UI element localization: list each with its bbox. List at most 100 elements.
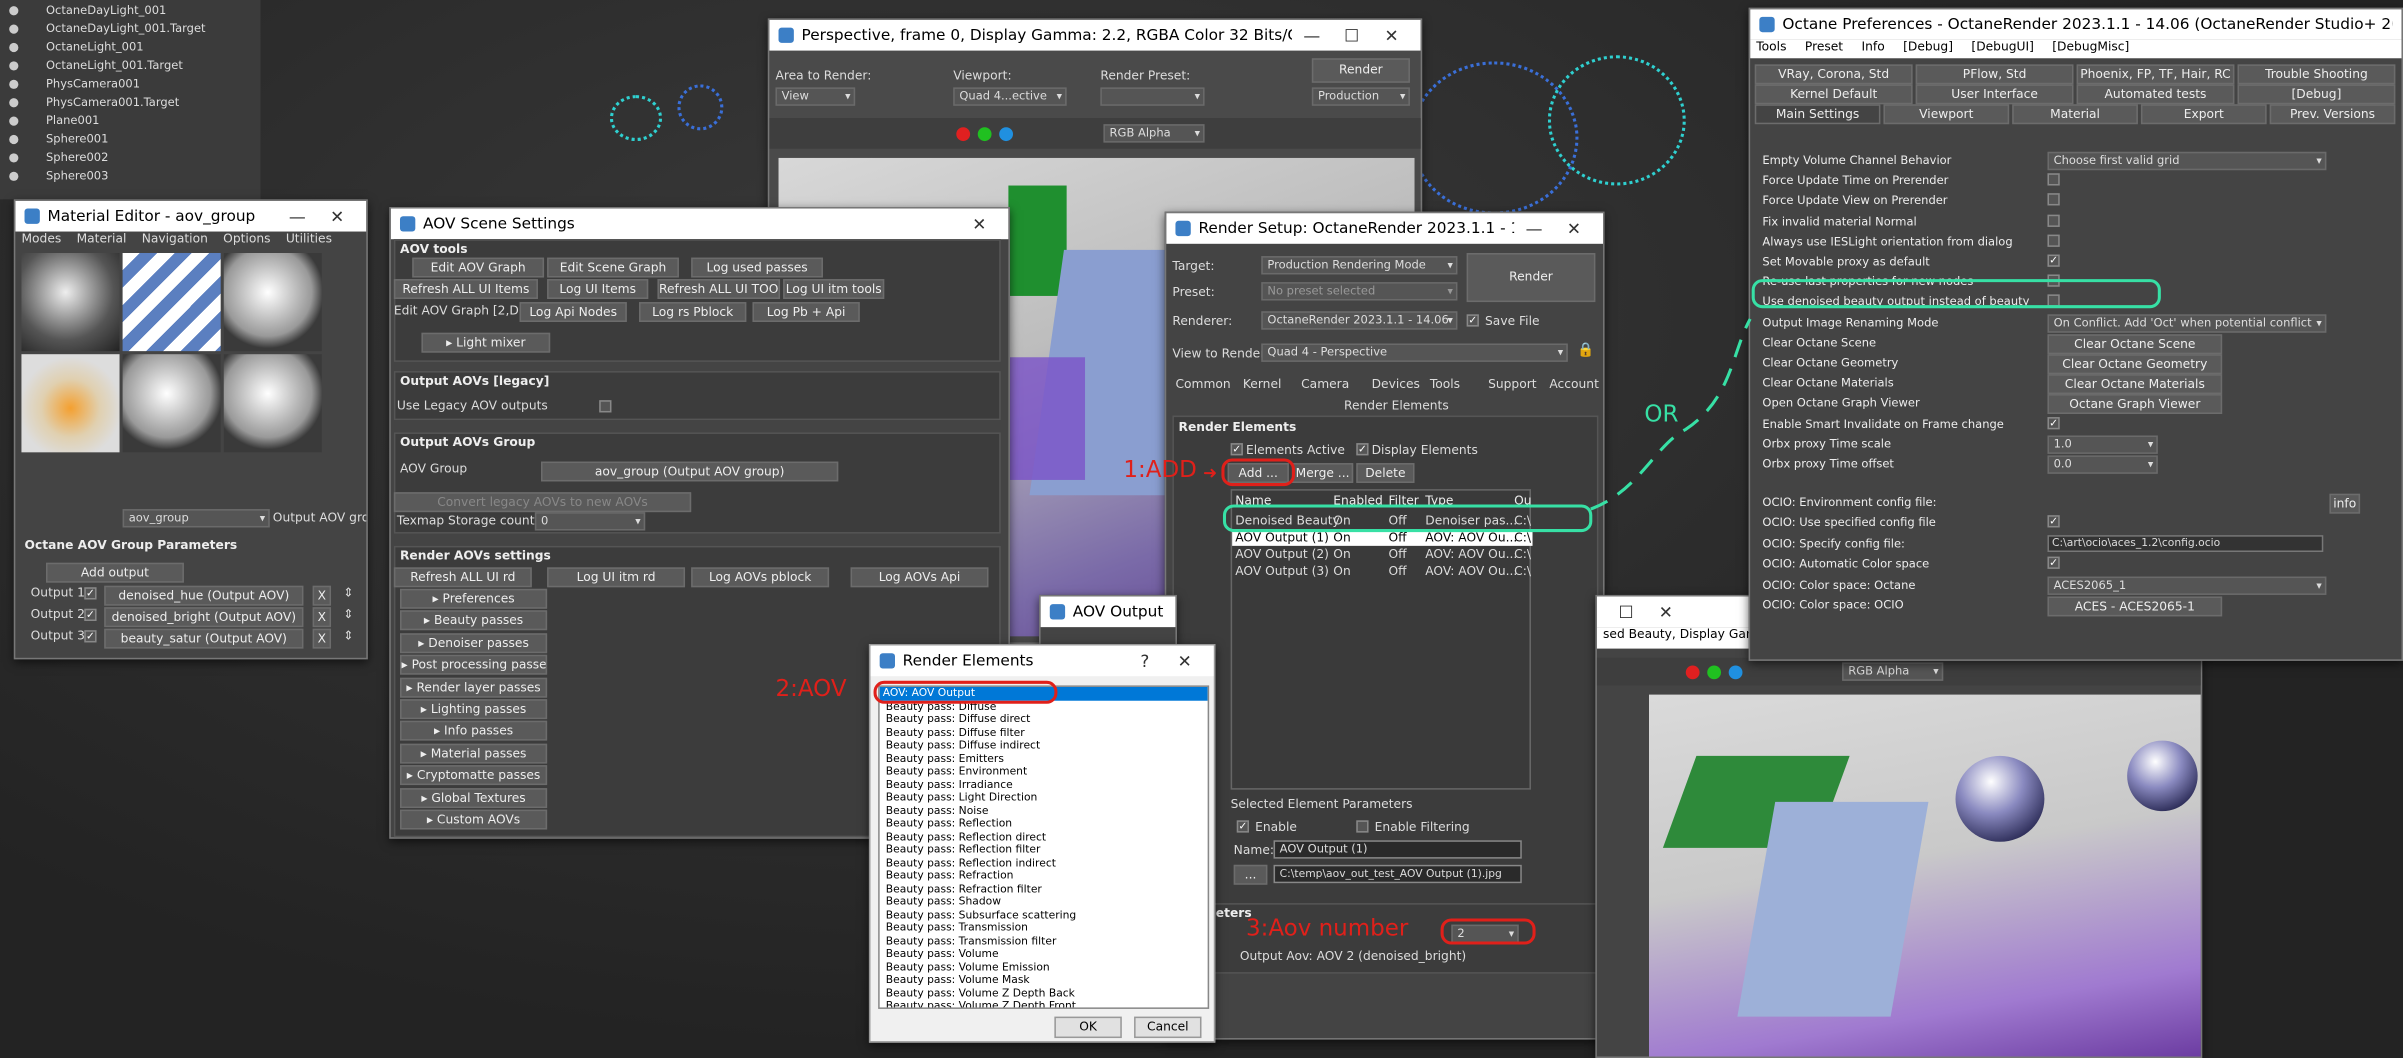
ok-button[interactable]: OK (1054, 1016, 1122, 1039)
visibility-icon[interactable] (9, 171, 19, 181)
scene-list-item[interactable]: OctaneLight_001 (46, 40, 144, 54)
aov-tool-button[interactable]: Refresh ALL UI Items (393, 279, 538, 299)
aov-group-button[interactable]: aov_group (Output AOV group) (540, 461, 839, 482)
preference-spinner[interactable]: 0.0 (2047, 455, 2158, 474)
collapsible-section-button[interactable]: ▸ Post processing passes (399, 655, 548, 675)
visibility-icon[interactable] (9, 153, 19, 163)
scene-list-item[interactable]: Plane001 (46, 113, 99, 127)
list-item[interactable]: Beauty pass: Diffuse direct (883, 713, 1208, 726)
preference-button[interactable]: Clear Octane Materials (2047, 374, 2223, 395)
close-button[interactable]: ✕ (1372, 25, 1412, 45)
scene-list-item[interactable]: Sphere001 (46, 132, 108, 146)
merge-button[interactable]: Merge ... (1291, 463, 1354, 483)
delete-button[interactable]: Delete (1356, 463, 1415, 483)
render-aov-button[interactable]: Log AOVs Api (850, 567, 989, 588)
convert-legacy-button[interactable]: Convert legacy AOVs to new AOVs (393, 492, 692, 513)
channel-dropdown[interactable]: RGB Alpha (1842, 662, 1944, 681)
render-aov-button[interactable]: Refresh ALL UI rd (393, 567, 532, 588)
list-item[interactable]: Beauty pass: Volume Z Depth Back (883, 987, 1208, 1000)
output-enabled-checkbox[interactable]: ✓ (84, 587, 97, 600)
view-dropdown[interactable]: Quad 4 - Perspective (1261, 343, 1568, 362)
target-dropdown[interactable]: Production Rendering Mode (1261, 256, 1458, 275)
visibility-icon[interactable] (9, 24, 19, 34)
browse-button[interactable]: ... (1233, 864, 1268, 885)
preference-tab[interactable]: Kernel Default (1754, 84, 1913, 105)
list-item[interactable]: Beauty pass: Reflection indirect (883, 856, 1208, 869)
scene-list-item[interactable]: PhysCamera001 (46, 77, 140, 91)
name-input[interactable]: AOV Output (1) (1273, 840, 1522, 859)
list-item[interactable]: Beauty pass: Reflection (883, 817, 1208, 830)
aov-tool-button[interactable]: Edit Scene Graph (547, 257, 679, 278)
preference-tab[interactable]: Main Settings (1754, 104, 1881, 125)
maximize-button[interactable]: ☐ (1332, 25, 1372, 45)
tab[interactable]: Support (1488, 377, 1536, 391)
menu-item[interactable]: Preset (1805, 40, 1843, 58)
close-button[interactable]: ✕ (317, 206, 357, 226)
scene-list-item[interactable]: Sphere002 (46, 150, 108, 164)
render-elements-tab[interactable]: Render Elements (1344, 399, 1449, 413)
preference-checkbox[interactable] (2047, 214, 2060, 227)
visibility-icon[interactable] (9, 6, 19, 16)
visibility-icon[interactable] (9, 98, 19, 108)
preference-checkbox[interactable]: ✓ (2047, 556, 2060, 570)
list-item[interactable]: Beauty pass: Transmission filter (883, 935, 1208, 948)
close-button[interactable]: ✕ (1646, 602, 1686, 622)
aov-tool-button[interactable]: Log rs Pblock (639, 302, 747, 322)
menu-utilities[interactable]: Utilities (286, 232, 332, 250)
preference-checkbox[interactable]: ✓ (2047, 515, 2060, 529)
help-button[interactable]: ? (1125, 651, 1165, 671)
octane-preferences-window[interactable]: Octane Preferences - OctaneRender 2023.1… (1748, 7, 2403, 661)
menu-navigation[interactable]: Navigation (142, 232, 208, 250)
preference-tab[interactable]: Export (2140, 104, 2267, 125)
material-dropdown[interactable]: aov_group (122, 509, 270, 528)
preference-tab[interactable]: User Interface (1915, 84, 2074, 105)
output-enabled-checkbox[interactable]: ✓ (84, 630, 97, 643)
visibility-icon[interactable] (9, 61, 19, 71)
preference-tab[interactable]: [Debug] (2237, 84, 2396, 105)
preference-checkbox[interactable]: ✓ (2047, 416, 2060, 429)
red-channel-icon[interactable] (956, 127, 971, 142)
light-mixer-button[interactable]: ▸ Light mixer (421, 332, 551, 353)
visibility-icon[interactable] (9, 116, 19, 126)
aov-tool-button[interactable]: Log Api Nodes (519, 302, 627, 322)
aov-tool-button[interactable]: Log used passes (691, 257, 823, 278)
aov-tool-button[interactable]: Log UI Items (547, 279, 649, 299)
reorder-icon[interactable]: ⇕ (343, 629, 353, 643)
render-aov-button[interactable]: Log UI itm rd (547, 567, 686, 588)
preference-checkbox[interactable] (2047, 234, 2060, 247)
material-slot[interactable] (122, 354, 221, 453)
list-item[interactable]: Beauty pass: Volume Emission (883, 961, 1208, 974)
save-file-checkbox[interactable]: ✓ (1466, 314, 1479, 327)
denoised-beauty-window[interactable]: ☐✕ sed Beauty, Display Gamm RGB Alpha (1595, 594, 2203, 1058)
preference-tab[interactable]: Phoenix, FP, TF, Hair, RC (2076, 64, 2235, 85)
elements-active-checkbox[interactable]: ✓ (1230, 443, 1243, 456)
collapsible-section-button[interactable]: ▸ Preferences (399, 588, 548, 609)
tab[interactable]: Kernel (1243, 377, 1282, 391)
table-row[interactable]: AOV Output (3) On Off AOV: AOV Ou... C:\ (1232, 563, 1532, 580)
list-item[interactable]: Beauty pass: Diffuse indirect (883, 739, 1208, 752)
add-output-button[interactable]: Add output (45, 562, 184, 583)
config-path-input[interactable]: C:\art\ocio\aces_1.2\config.ocio (2047, 534, 2324, 552)
list-item[interactable]: Beauty pass: Volume (883, 948, 1208, 961)
preference-tab[interactable]: PFlow, Std (1915, 64, 2074, 85)
preference-button[interactable]: Clear Octane Scene (2047, 333, 2223, 354)
collapsible-section-button[interactable]: ▸ Render layer passes (399, 677, 548, 698)
renderer-dropdown[interactable]: OctaneRender 2023.1.1 - 14.06 (1261, 311, 1458, 330)
preference-button[interactable]: Clear Octane Geometry (2047, 354, 2223, 375)
preference-tab[interactable]: Automated tests (2076, 84, 2235, 105)
path-input[interactable]: C:\temp\aov_out_test_AOV Output (1).jpg (1273, 864, 1522, 884)
collapsible-section-button[interactable]: ▸ Denoiser passes (399, 632, 548, 653)
minimize-button[interactable]: — (1514, 218, 1554, 238)
preference-button[interactable]: Octane Graph Viewer (2047, 394, 2223, 415)
preference-tab[interactable]: Prev. Versions (2269, 104, 2396, 125)
list-item[interactable]: Beauty pass: Environment (883, 765, 1208, 778)
elements-table[interactable]: Name Enabled Filter Type Ou Denoised Beauty O… (1230, 489, 1533, 790)
list-item[interactable]: Beauty pass: Refraction (883, 869, 1208, 882)
red-channel-icon[interactable] (1685, 665, 1700, 680)
preference-tab[interactable]: Material (2012, 104, 2138, 125)
render-button[interactable]: Render (1466, 252, 1596, 303)
maximize-button[interactable]: ☐ (1606, 602, 1646, 622)
preference-button[interactable]: ACES - ACES2065-1 (2047, 596, 2223, 617)
scene-list[interactable]: OctaneDayLight_001 OctaneDayLight_001.Tar… (0, 0, 261, 200)
scene-list-item[interactable]: PhysCamera001.Target (46, 95, 179, 109)
